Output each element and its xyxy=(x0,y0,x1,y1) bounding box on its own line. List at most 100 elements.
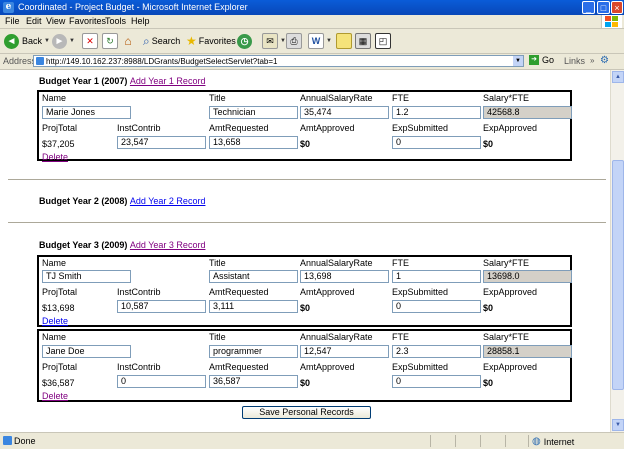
edit-button[interactable]: W ▼ xyxy=(308,32,332,50)
history-button[interactable]: ◷ xyxy=(237,32,252,50)
salary-fte-field: 13698.0 xyxy=(483,270,572,283)
expsubmitted-field[interactable]: 0 xyxy=(392,136,481,149)
stop-button[interactable]: ✕ xyxy=(82,32,98,50)
fte-field[interactable]: 2.3 xyxy=(392,345,481,358)
salary-fte-field: 28858.1 xyxy=(483,345,572,358)
messenger-icon: ◰ xyxy=(375,33,391,49)
divider xyxy=(480,435,481,447)
word-icon: W xyxy=(308,33,324,49)
title-field[interactable]: Technician xyxy=(209,106,298,119)
go-button[interactable]: ➜ Go xyxy=(529,55,554,65)
vertical-scrollbar[interactable]: ▲ ▼ xyxy=(610,70,624,432)
add-year1-record-link[interactable]: Add Year 1 Record xyxy=(130,76,206,86)
research-button[interactable]: ▦ xyxy=(355,32,371,50)
amtapproved-value: $0 xyxy=(300,303,311,313)
toolbar-extension-icon[interactable]: ⚙ xyxy=(600,55,609,66)
name-field[interactable]: TJ Smith xyxy=(42,270,131,283)
menu-tools[interactable]: Tools xyxy=(105,16,126,26)
menu-favorites[interactable]: Favorites xyxy=(69,16,106,26)
divider xyxy=(8,179,606,181)
annual-salary-field[interactable]: 13,698 xyxy=(300,270,389,283)
print-button[interactable]: ⎙ xyxy=(286,32,302,50)
title-label: Title xyxy=(209,258,226,268)
links-label[interactable]: Links xyxy=(564,56,585,66)
discuss-button[interactable] xyxy=(336,32,352,50)
menu-help[interactable]: Help xyxy=(131,16,150,26)
status-bar: Done ◍ Internet xyxy=(0,432,624,449)
save-personal-records-button[interactable]: Save Personal Records xyxy=(242,406,371,419)
scroll-up-icon[interactable]: ▲ xyxy=(612,71,624,83)
name-label: Name xyxy=(42,258,67,268)
fte-field[interactable]: 1.2 xyxy=(392,106,481,119)
expsubmitted-field[interactable]: 0 xyxy=(392,375,481,388)
menu-view[interactable]: View xyxy=(46,16,65,26)
expsubmitted-field[interactable]: 0 xyxy=(392,300,481,313)
delete-link[interactable]: Delete xyxy=(42,152,68,162)
title-field[interactable]: programmer xyxy=(209,345,298,358)
instcontrib-field[interactable]: 0 xyxy=(117,375,206,388)
expsubmitted-label: ExpSubmitted xyxy=(392,287,449,297)
refresh-icon: ↻ xyxy=(102,33,118,49)
amtapproved-label: AmtApproved xyxy=(300,123,355,133)
forward-arrow-icon: ► xyxy=(52,33,67,49)
projtotal-value: $13,698 xyxy=(42,303,75,313)
messenger-button[interactable]: ◰ xyxy=(375,32,391,50)
back-button[interactable]: ◄ Back ▼ xyxy=(4,32,50,50)
scrollbar-thumb[interactable] xyxy=(612,160,624,390)
name-label: Name xyxy=(42,93,67,103)
maximize-button[interactable]: □ xyxy=(597,1,610,14)
projtotal-value: $36,587 xyxy=(42,378,75,388)
menu-file[interactable]: File xyxy=(5,16,20,26)
scroll-down-icon[interactable]: ▼ xyxy=(612,419,624,431)
divider xyxy=(455,435,456,447)
name-field[interactable]: Jane Doe xyxy=(42,345,131,358)
address-label: Address xyxy=(3,56,37,66)
instcontrib-field[interactable]: 10,587 xyxy=(117,300,206,313)
go-arrow-icon: ➜ xyxy=(529,55,539,65)
home-button[interactable]: ⌂ xyxy=(121,32,135,50)
name-label: Name xyxy=(42,332,67,342)
search-button[interactable]: ⌕ Search xyxy=(143,32,180,50)
links-chevron-icon[interactable]: » xyxy=(590,56,594,65)
amtrequested-field[interactable]: 13,658 xyxy=(209,136,298,149)
forward-button[interactable]: ► ▼ xyxy=(52,32,75,50)
close-button[interactable]: × xyxy=(611,1,623,14)
address-dropdown-icon[interactable]: ▼ xyxy=(513,56,523,66)
fte-label: FTE xyxy=(392,93,409,103)
divider xyxy=(505,435,506,447)
refresh-button[interactable]: ↻ xyxy=(102,32,118,50)
expsubmitted-label: ExpSubmitted xyxy=(392,123,449,133)
delete-link[interactable]: Delete xyxy=(42,316,68,326)
year1-heading: Budget Year 1 (2007) Add Year 1 Record xyxy=(39,76,206,86)
security-zone: ◍ Internet xyxy=(532,436,575,447)
minimize-button[interactable]: _ xyxy=(582,1,595,14)
instcontrib-field[interactable]: 23,547 xyxy=(117,136,206,149)
title-label: Title xyxy=(209,93,226,103)
name-field[interactable]: Marie Jones xyxy=(42,106,131,119)
address-input[interactable]: http://149.10.162.237:8988/LDGrants/Budg… xyxy=(33,55,524,67)
menu-bar: File Edit View Favorites Tools Help xyxy=(0,15,624,29)
star-icon: ★ xyxy=(186,34,197,48)
mail-button[interactable]: ✉ ▼ xyxy=(262,32,286,50)
fte-field[interactable]: 1 xyxy=(392,270,481,283)
divider xyxy=(430,435,431,447)
record-marie-jones: Name Title AnnualSalaryRate FTE Salary*F… xyxy=(37,90,572,162)
favorites-button[interactable]: ★ Favorites xyxy=(186,32,236,50)
expapproved-value: $0 xyxy=(483,139,494,149)
window-title: Coordinated - Project Budget - Microsoft… xyxy=(18,2,248,12)
menu-edit[interactable]: Edit xyxy=(26,16,42,26)
address-url: http://149.10.162.237:8988/LDGrants/Budg… xyxy=(46,57,278,66)
salary-fte-label: Salary*FTE xyxy=(483,93,530,103)
expapproved-value: $0 xyxy=(483,378,494,388)
delete-link[interactable]: Delete xyxy=(42,391,68,401)
title-field[interactable]: Assistant xyxy=(209,270,298,283)
add-year2-record-link[interactable]: Add Year 2 Record xyxy=(130,196,206,206)
projtotal-value: $37,205 xyxy=(42,139,75,149)
amtapproved-label: AmtApproved xyxy=(300,362,355,372)
annual-salary-label: AnnualSalaryRate xyxy=(300,258,373,268)
amtrequested-field[interactable]: 36,587 xyxy=(209,375,298,388)
amtrequested-field[interactable]: 3,111 xyxy=(209,300,298,313)
annual-salary-field[interactable]: 35,474 xyxy=(300,106,389,119)
annual-salary-field[interactable]: 12,547 xyxy=(300,345,389,358)
add-year3-record-link[interactable]: Add Year 3 Record xyxy=(130,240,206,250)
